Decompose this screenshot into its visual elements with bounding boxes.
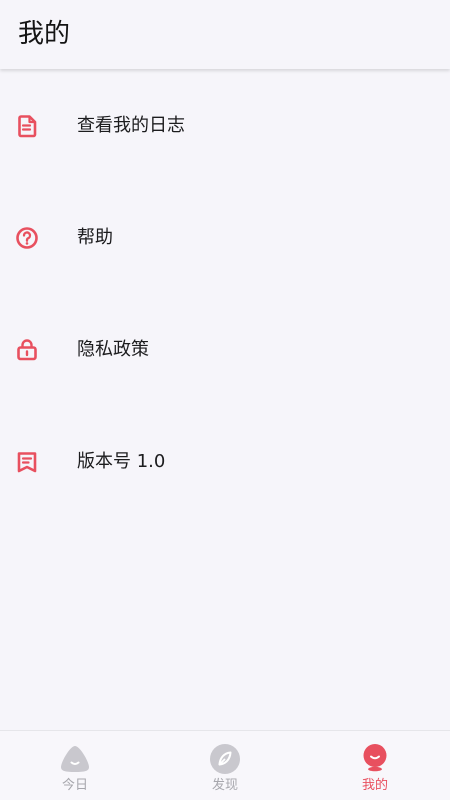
menu-item-version[interactable]: 版本号 1.0 <box>0 449 450 549</box>
menu-item-label: 查看我的日志 <box>77 115 185 136</box>
menu-item-label: 帮助 <box>77 227 113 248</box>
tab-discover[interactable]: 发现 <box>150 731 300 800</box>
tab-label: 发现 <box>211 778 238 793</box>
document-icon <box>14 113 40 139</box>
menu-item-view-logs[interactable]: 查看我的日志 <box>0 113 450 213</box>
menu-item-help[interactable]: 帮助 <box>0 225 450 325</box>
page-title: 我的 <box>18 19 71 49</box>
menu-item-label: 版本号 1.0 <box>77 451 166 472</box>
today-icon <box>59 743 91 775</box>
tab-label: 今日 <box>61 778 88 793</box>
tab-profile[interactable]: 我的 <box>300 731 450 800</box>
lock-icon <box>14 337 40 363</box>
version-bookmark-icon <box>14 449 40 475</box>
help-circle-icon <box>14 225 40 251</box>
menu-item-label: 隐私政策 <box>77 339 149 360</box>
bottom-tab-bar: 今日 发现 我的 <box>0 730 450 800</box>
tab-label: 我的 <box>361 778 388 793</box>
discover-icon <box>209 743 241 775</box>
profile-icon <box>359 743 391 775</box>
menu-item-privacy-policy[interactable]: 隐私政策 <box>0 337 450 437</box>
top-app-bar: 我的 <box>0 0 450 69</box>
tab-today[interactable]: 今日 <box>0 731 150 800</box>
